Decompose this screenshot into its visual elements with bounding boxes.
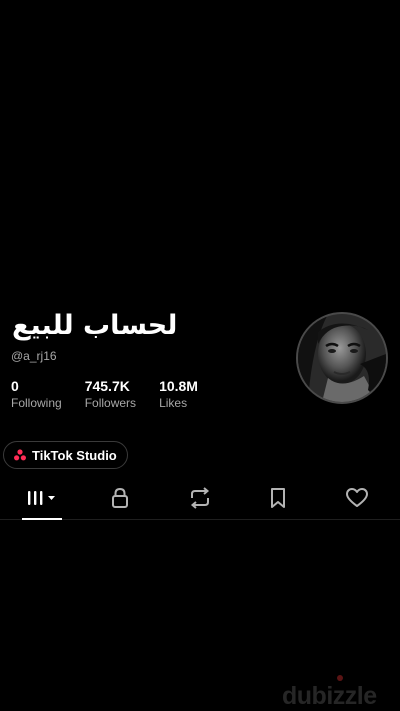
tiktok-studio-label: TikTok Studio <box>32 447 117 463</box>
avatar[interactable] <box>296 312 388 404</box>
lock-icon <box>110 487 130 514</box>
profile-username: @a_rj16 <box>11 349 57 363</box>
stat-following-value: 0 <box>11 378 19 394</box>
profile-tabs <box>0 480 400 520</box>
stat-following[interactable]: 0 Following <box>11 378 62 411</box>
repost-icon <box>188 486 212 514</box>
heart-icon <box>345 487 369 514</box>
stat-likes-label: Likes <box>159 396 188 410</box>
grid-icon <box>25 488 59 513</box>
stat-followers-value: 745.7K <box>84 378 130 394</box>
watermark: dubizzle <box>282 682 377 710</box>
profile-photo-icon <box>298 314 386 402</box>
watermark-dot-icon <box>337 675 343 681</box>
bookmark-icon <box>269 487 287 514</box>
stat-likes-value: 10.8M <box>159 378 198 394</box>
stat-followers[interactable]: 745.7K Followers <box>85 378 136 411</box>
profile-display-name: لحساب للبيع <box>12 310 178 341</box>
people-icon <box>13 448 27 462</box>
tiktok-studio-button[interactable]: TikTok Studio <box>3 441 128 469</box>
tab-private[interactable] <box>90 480 150 520</box>
active-tab-indicator <box>22 518 62 520</box>
stat-following-label: Following <box>11 396 62 410</box>
tab-reposts[interactable] <box>170 480 230 520</box>
tab-videos[interactable] <box>12 480 72 520</box>
tab-favorites[interactable] <box>248 480 308 520</box>
tab-liked[interactable] <box>327 480 387 520</box>
stat-likes[interactable]: 10.8M Likes <box>159 378 198 411</box>
profile-stats: 0 Following 745.7K Followers 10.8M Likes <box>11 378 198 411</box>
stat-followers-label: Followers <box>84 396 137 410</box>
